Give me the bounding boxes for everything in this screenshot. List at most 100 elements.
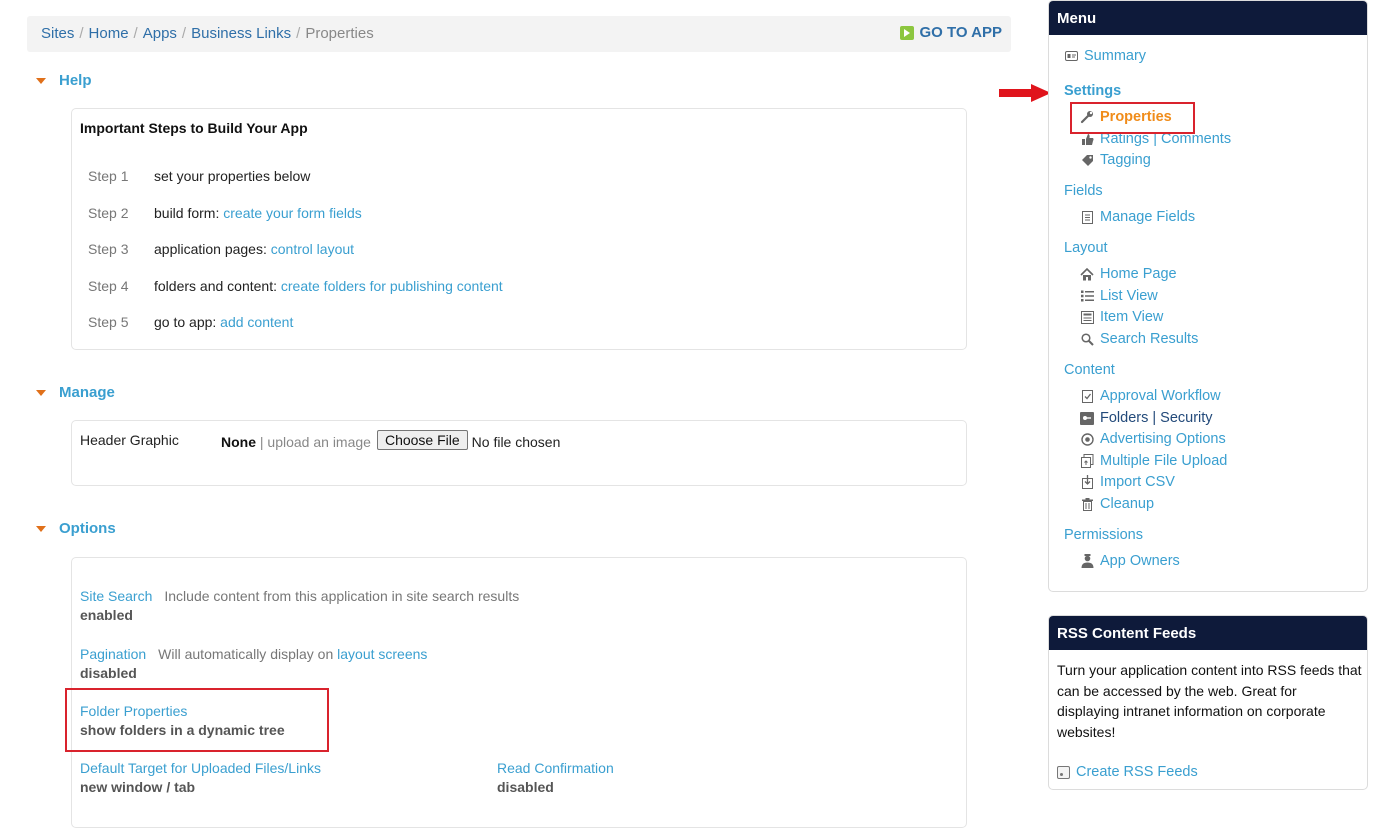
step-text-label: build form: bbox=[154, 205, 220, 221]
step-text: go to app: add content bbox=[154, 314, 293, 330]
site-search-option: Site Search Include content from this app… bbox=[80, 588, 519, 623]
menu-cleanup-label: Cleanup bbox=[1100, 496, 1155, 512]
breadcrumb: Sites / Home / Apps / Business Links / Propertie… bbox=[41, 25, 374, 42]
choose-file-button[interactable]: Choose File bbox=[376, 430, 468, 450]
default-target-link[interactable]: Default Target for Uploaded Files/Links bbox=[80, 760, 321, 776]
step-text: folders and content: create folders for … bbox=[154, 278, 503, 294]
step-number: Step 1 bbox=[88, 168, 129, 184]
rss-description: Turn your application content into RSS f… bbox=[1057, 662, 1362, 740]
help-panel-title: Important Steps to Build Your App bbox=[80, 120, 308, 136]
go-to-app-button[interactable]: GO TO APP bbox=[900, 24, 1002, 41]
tag-icon bbox=[1080, 153, 1094, 167]
menu-app-owners[interactable]: App Owners bbox=[1080, 553, 1180, 569]
help-section-toggle[interactable]: Help bbox=[36, 72, 92, 89]
breadcrumb-separator: / bbox=[181, 25, 187, 42]
create-rss-feeds-label: Create RSS Feeds bbox=[1076, 764, 1198, 780]
menu-group-settings[interactable]: Settings bbox=[1064, 83, 1121, 99]
control-layout-link[interactable]: control layout bbox=[271, 241, 354, 257]
pointer-arrow-icon bbox=[999, 84, 1051, 102]
create-folders-link[interactable]: create folders for publishing content bbox=[281, 278, 503, 294]
menu-advertising-options[interactable]: Advertising Options bbox=[1080, 431, 1226, 447]
multi-upload-icon bbox=[1080, 454, 1094, 468]
menu-home-page[interactable]: Home Page bbox=[1080, 266, 1177, 282]
document-list-icon bbox=[1080, 210, 1094, 224]
breadcrumb-home[interactable]: Home bbox=[89, 25, 129, 42]
manage-section-title: Manage bbox=[59, 384, 115, 401]
checklist-icon bbox=[1080, 389, 1094, 403]
create-rss-feeds-link[interactable]: Create RSS Feeds bbox=[1057, 764, 1198, 780]
menu-list-view-label: List View bbox=[1100, 288, 1158, 304]
menu-group-content[interactable]: Content bbox=[1064, 362, 1115, 378]
collapse-triangle-icon bbox=[36, 77, 46, 84]
site-search-link[interactable]: Site Search bbox=[80, 588, 152, 604]
header-graphic-value: None | upload an image Choose File No file… bbox=[221, 430, 561, 452]
manage-section-toggle[interactable]: Manage bbox=[36, 384, 115, 401]
file-status: No file chosen bbox=[471, 434, 561, 450]
search-icon bbox=[1080, 332, 1094, 346]
options-section-toggle[interactable]: Options bbox=[36, 520, 116, 537]
menu-search-results-label: Search Results bbox=[1100, 331, 1199, 347]
separator: | bbox=[259, 434, 264, 450]
breadcrumb-separator: / bbox=[133, 25, 138, 42]
pagination-option: Pagination Will automatically display on … bbox=[80, 646, 427, 681]
user-icon bbox=[1080, 554, 1094, 568]
pagination-desc: Will automatically display on layout scr… bbox=[158, 646, 427, 662]
menu-search-results[interactable]: Search Results bbox=[1080, 331, 1198, 347]
add-content-link[interactable]: add content bbox=[220, 314, 293, 330]
breadcrumb-sites[interactable]: Sites bbox=[41, 25, 74, 42]
id-card-icon bbox=[1064, 49, 1078, 63]
upload-image-text: upload an image bbox=[267, 434, 371, 450]
create-form-fields-link[interactable]: create your form fields bbox=[223, 205, 362, 221]
step-text: set your properties below bbox=[154, 168, 311, 184]
go-to-app-label: GO TO APP bbox=[919, 24, 1002, 41]
import-icon bbox=[1080, 475, 1094, 489]
menu-folders-security[interactable]: Folders | Security bbox=[1080, 410, 1213, 426]
header-graphic-label: Header Graphic bbox=[80, 432, 179, 448]
read-confirmation-option: Read Confirmation disabled bbox=[497, 760, 614, 795]
step-number: Step 3 bbox=[88, 241, 129, 257]
menu-group-layout[interactable]: Layout bbox=[1064, 240, 1108, 256]
site-search-desc: Include content from this application in… bbox=[164, 588, 520, 604]
menu-folders-security-label: Folders | Security bbox=[1100, 410, 1213, 426]
layout-screens-link[interactable]: layout screens bbox=[337, 646, 427, 662]
help-section-title: Help bbox=[59, 72, 92, 89]
step-text: application pages: control layout bbox=[154, 241, 354, 257]
menu-home-page-label: Home Page bbox=[1100, 266, 1177, 282]
target-icon bbox=[1080, 432, 1094, 446]
read-confirmation-link[interactable]: Read Confirmation bbox=[497, 760, 614, 776]
menu-app-owners-label: App Owners bbox=[1100, 553, 1180, 569]
menu-manage-fields[interactable]: Manage Fields bbox=[1080, 209, 1195, 225]
site-search-value: enabled bbox=[80, 607, 133, 623]
menu-group-fields[interactable]: Fields bbox=[1064, 183, 1103, 199]
menu-import-csv[interactable]: Import CSV bbox=[1080, 474, 1175, 490]
collapse-triangle-icon bbox=[36, 525, 46, 532]
menu-group-permissions[interactable]: Permissions bbox=[1064, 527, 1143, 543]
step-text-label: folders and content: bbox=[154, 278, 277, 294]
menu-summary-label: Summary bbox=[1084, 48, 1147, 64]
menu-summary[interactable]: Summary bbox=[1064, 48, 1146, 64]
menu-panel: Menu Summary Settings Properties Ratings… bbox=[1048, 0, 1368, 592]
help-panel: Important Steps to Build Your App Step 1… bbox=[71, 108, 967, 350]
thumbs-up-icon bbox=[1080, 132, 1094, 146]
options-section-title: Options bbox=[59, 520, 116, 537]
header-graphic-current: None bbox=[221, 434, 256, 450]
breadcrumb-business-links[interactable]: Business Links bbox=[191, 25, 291, 42]
menu-list-view[interactable]: List View bbox=[1080, 288, 1158, 304]
manage-panel: Header Graphic None | upload an image Cho… bbox=[71, 420, 967, 486]
menu-item-view[interactable]: Item View bbox=[1080, 309, 1163, 325]
pagination-link[interactable]: Pagination bbox=[80, 646, 146, 662]
menu-title: Menu bbox=[1049, 1, 1367, 35]
default-target-value: new window / tab bbox=[80, 779, 196, 795]
menu-tagging[interactable]: Tagging bbox=[1080, 152, 1151, 168]
default-target-option: Default Target for Uploaded Files/Links … bbox=[80, 760, 321, 795]
item-view-icon bbox=[1080, 310, 1094, 324]
menu-multiple-file-upload[interactable]: Multiple File Upload bbox=[1080, 453, 1227, 469]
menu-cleanup[interactable]: Cleanup bbox=[1080, 496, 1154, 512]
properties-highlight bbox=[1070, 102, 1195, 134]
folder-properties-highlight bbox=[65, 688, 329, 752]
breadcrumb-apps[interactable]: Apps bbox=[143, 25, 177, 42]
menu-approval-workflow[interactable]: Approval Workflow bbox=[1080, 388, 1221, 404]
home-icon bbox=[1080, 267, 1094, 281]
breadcrumb-bar: Sites / Home / Apps / Business Links / Propertie… bbox=[27, 16, 1011, 52]
rss-title: RSS Content Feeds bbox=[1049, 616, 1367, 650]
